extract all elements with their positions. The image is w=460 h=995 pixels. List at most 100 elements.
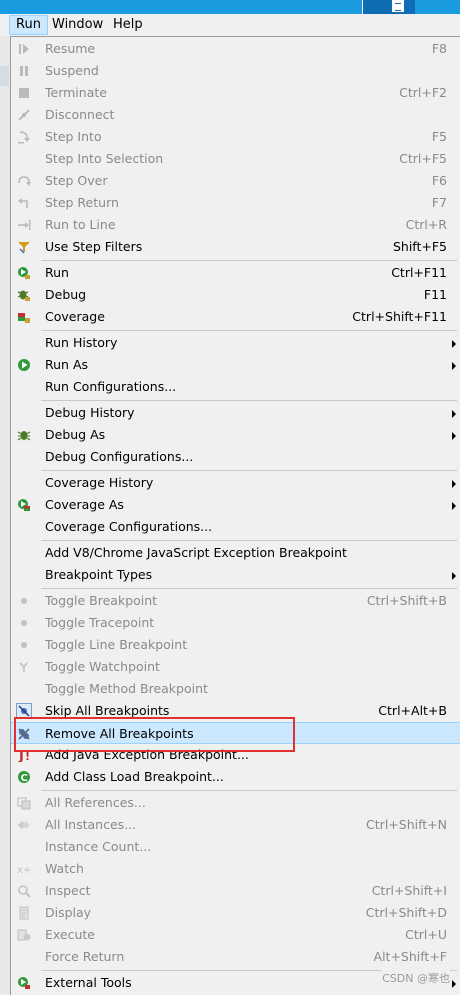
instances-icon [16,817,32,833]
menu-item-run[interactable]: Run Ctrl+F11 [11,262,460,284]
bug-icon [16,427,32,443]
run-to-line-icon [16,217,32,233]
menu-item-label: Debug [45,287,87,302]
remove-breakpoints-icon [16,726,32,742]
menu-item-run-to-line[interactable]: Run to Line Ctrl+R [11,214,460,236]
menu-item-accelerator: Ctrl+Alt+B [378,703,447,718]
menu-item-toggle-tracepoint[interactable]: Toggle Tracepoint [11,612,460,634]
menu-item-label: Debug As [45,427,106,442]
execute-icon [16,927,32,943]
menu-item-debug[interactable]: Debug F11 [11,284,460,306]
svg-text:C: C [21,773,28,784]
menu-item-label: Display [45,905,92,920]
menu-help[interactable]: Help [107,16,149,34]
menu-item-label: Debug History [45,405,135,420]
submenu-arrow-icon [452,432,456,440]
menu-item-all-instances[interactable]: All Instances... Ctrl+Shift+N [11,814,460,836]
menu-item-add-v8-exception-breakpoint[interactable]: Add V8/Chrome JavaScript Exception Break… [11,542,460,564]
menu-item-accelerator: Ctrl+F2 [399,85,447,100]
menu-item-use-step-filters[interactable]: Use Step Filters Shift+F5 [11,236,460,258]
debug-icon [16,287,32,303]
menu-item-label: Step Return [45,195,119,210]
watchpoint-icon [16,659,32,675]
menu-item-label: Toggle Watchpoint [45,659,160,674]
menu-item-run-configurations[interactable]: Run Configurations... [11,376,460,398]
menu-item-coverage-history[interactable]: Coverage History [11,472,460,494]
menu-item-all-references[interactable]: All References... [11,792,460,814]
menu-run[interactable]: Run [9,15,48,35]
menu-item-step-into[interactable]: Step Into F5 [11,126,460,148]
svg-text:!: ! [25,750,30,762]
menu-item-suspend[interactable]: Suspend [11,60,460,82]
menu-item-execute[interactable]: Execute Ctrl+U [11,924,460,946]
menu-item-run-as[interactable]: Run As [11,354,460,376]
menu-item-accelerator: F7 [431,195,447,210]
menu-item-breakpoint-types[interactable]: Breakpoint Types [11,564,460,586]
menu-item-step-over[interactable]: Step Over F6 [11,170,460,192]
menu-item-inspect[interactable]: Inspect Ctrl+Shift+I [11,880,460,902]
menu-item-accelerator: Ctrl+Shift+D [365,905,447,920]
menu-item-label: Toggle Tracepoint [45,615,155,630]
resume-icon [16,41,32,57]
watermark: CSDN @寒也 [382,970,450,986]
menu-item-accelerator: Ctrl+Shift+I [371,883,447,898]
menu-item-label: All References... [45,795,146,810]
breakpoint-dot-icon [16,593,32,609]
submenu-arrow-icon [452,502,456,510]
menu-item-label: Run As [45,357,89,372]
menu-item-coverage-configurations[interactable]: Coverage Configurations... [11,516,460,538]
menu-item-terminate[interactable]: Terminate Ctrl+F2 [11,82,460,104]
menu-item-remove-all-breakpoints[interactable]: Remove All Breakpoints [11,722,460,744]
menu-item-run-history[interactable]: Run History [11,332,460,354]
menu-item-accelerator: F5 [431,129,447,144]
step-over-icon [16,173,32,189]
menu-item-skip-all-breakpoints[interactable]: Skip All Breakpoints Ctrl+Alt+B [11,700,460,722]
menu-item-label: Toggle Method Breakpoint [45,681,208,696]
menu-item-toggle-method-breakpoint[interactable]: Toggle Method Breakpoint [11,678,460,700]
menu-item-toggle-breakpoint[interactable]: Toggle Breakpoint Ctrl+Shift+B [11,590,460,612]
menu-item-debug-configurations[interactable]: Debug Configurations... [11,446,460,468]
menu-item-accelerator: F8 [431,41,447,56]
menu-item-label: Watch [45,861,84,876]
menu-item-force-return[interactable]: Force Return Alt+Shift+F [11,946,460,968]
menu-item-debug-history[interactable]: Debug History [11,402,460,424]
menu-item-label: Toggle Breakpoint [45,593,158,608]
coverage-icon [16,309,32,325]
menu-item-coverage-as[interactable]: Coverage As [11,494,460,516]
menu-item-watch[interactable]: x+y Watch [11,858,460,880]
menu-item-resume[interactable]: Resume F8 [11,38,460,60]
menu-item-label: Disconnect [45,107,115,122]
menu-item-label: Add V8/Chrome JavaScript Exception Break… [45,545,347,560]
menu-separator [41,470,457,471]
window-restore-icon [392,0,404,12]
menu-separator [41,260,457,261]
menu-item-label: Terminate [45,85,107,100]
menu-item-step-into-selection[interactable]: Step Into Selection Ctrl+F5 [11,148,460,170]
menu-item-disconnect[interactable]: Disconnect [11,104,460,126]
menu-item-step-return[interactable]: Step Return F7 [11,192,460,214]
menu-item-toggle-watchpoint[interactable]: Toggle Watchpoint [11,656,460,678]
submenu-arrow-icon [452,362,456,370]
menu-item-label: Instance Count... [45,839,152,854]
menu-item-accelerator: F11 [423,287,447,302]
menu-item-label: Execute [45,927,95,942]
menu-item-accelerator: Ctrl+Shift+B [366,593,447,608]
menu-item-debug-as[interactable]: Debug As [11,424,460,446]
menu-item-coverage[interactable]: Coverage Ctrl+Shift+F11 [11,306,460,328]
menu-item-display[interactable]: Display Ctrl+Shift+D [11,902,460,924]
menu-item-add-class-load-breakpoint[interactable]: C Add Class Load Breakpoint... [11,766,460,788]
step-into-icon [16,129,32,145]
window-control-button[interactable] [362,0,415,14]
menu-window[interactable]: Window [46,16,109,34]
menu-separator [41,400,457,401]
menu-item-instance-count[interactable]: Instance Count... [11,836,460,858]
menu-item-add-java-exception-breakpoint[interactable]: J! Add Java Exception Breakpoint... [11,744,460,766]
run-icon [16,265,32,281]
menu-item-toggle-line-breakpoint[interactable]: Toggle Line Breakpoint [11,634,460,656]
menu-item-label: Use Step Filters [45,239,143,254]
menu-item-accelerator: Ctrl+Shift+N [366,817,447,832]
menu-separator [41,588,457,589]
tracepoint-dot-icon [16,615,32,631]
menu-item-label: Skip All Breakpoints [45,703,170,718]
class-load-icon: C [16,769,32,785]
